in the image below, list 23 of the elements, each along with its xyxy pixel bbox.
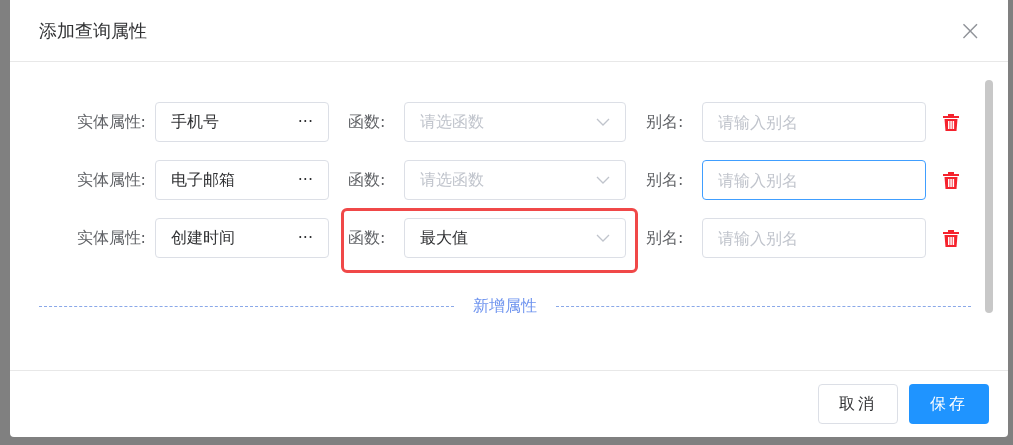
entity-field[interactable]: 电子邮箱 ··· bbox=[155, 160, 329, 200]
dialog-title: 添加查询属性 bbox=[39, 19, 147, 43]
delete-icon[interactable] bbox=[942, 170, 960, 190]
chevron-down-icon bbox=[596, 118, 610, 126]
field-label: 实体属性: bbox=[75, 227, 147, 249]
field-label: 别名: bbox=[646, 227, 685, 249]
delete-icon[interactable] bbox=[942, 228, 960, 248]
cancel-button[interactable]: 取消 bbox=[818, 384, 898, 424]
field-label: 函数: bbox=[348, 169, 387, 191]
entity-field[interactable]: 手机号 ··· bbox=[155, 102, 329, 142]
chevron-down-icon bbox=[596, 176, 610, 184]
field-label: 别名: bbox=[646, 169, 685, 191]
field-label: 函数: bbox=[348, 111, 387, 133]
alias-field[interactable]: 请输入别名 bbox=[702, 160, 926, 200]
field-label: 函数: bbox=[348, 227, 387, 249]
field-label: 别名: bbox=[646, 111, 685, 133]
field-label: 实体属性: bbox=[75, 169, 147, 191]
delete-icon[interactable] bbox=[942, 112, 960, 132]
chevron-down-icon bbox=[596, 234, 610, 242]
scrollbar[interactable] bbox=[985, 80, 993, 313]
entity-field[interactable]: 创建时间 ··· bbox=[155, 218, 329, 258]
field-label: 实体属性: bbox=[75, 111, 147, 133]
function-select[interactable]: 最大值 bbox=[404, 218, 626, 258]
